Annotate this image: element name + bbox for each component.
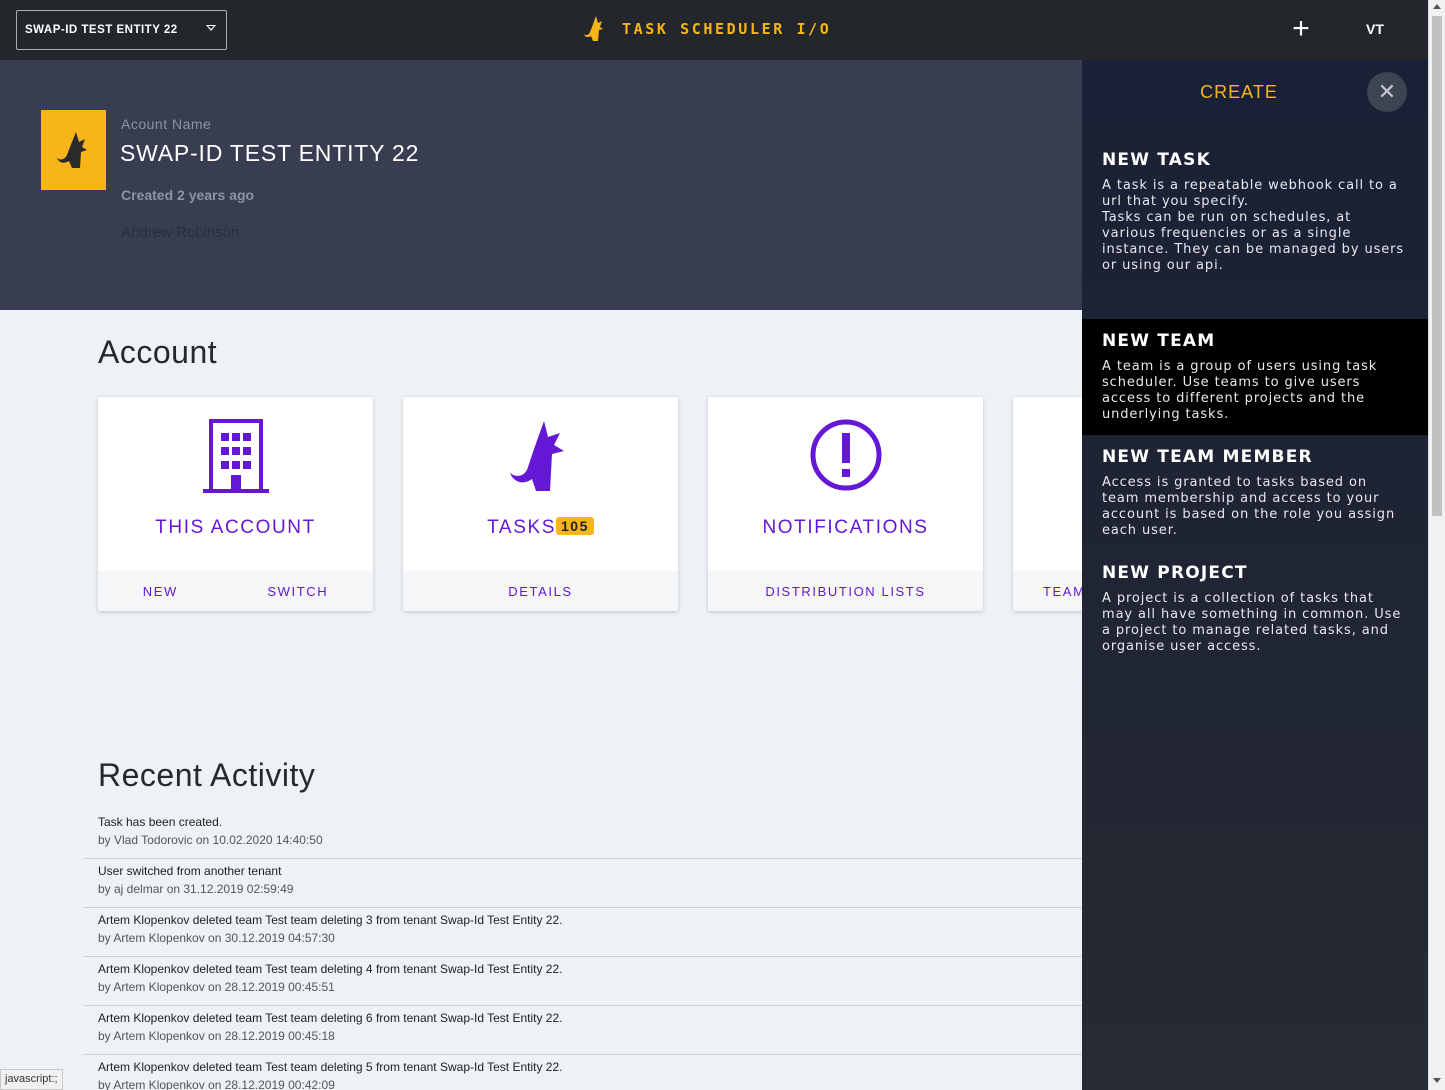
activity-message: User switched from another tenant: [98, 864, 282, 878]
add-button[interactable]: +: [1287, 14, 1315, 44]
create-new-task[interactable]: NEW TASK A task is a repeatable webhook …: [1082, 150, 1428, 274]
scroll-down-icon[interactable]: [1433, 1078, 1441, 1083]
task-details-button[interactable]: DETAILS: [508, 584, 572, 599]
drawer-title: CREATE: [1200, 82, 1278, 102]
page-scrollbar[interactable]: [1428, 0, 1445, 1090]
tasks-count-badge: 105: [556, 517, 594, 535]
card-title[interactable]: TASKS 105: [403, 517, 678, 539]
close-button[interactable]: ✕: [1367, 72, 1407, 112]
create-item-title: NEW TASK: [1102, 150, 1211, 170]
top-bar: SWAP-ID TEST ENTITY 22 TASK SCHEDULER I/…: [0, 0, 1428, 60]
create-item-description: A task is a repeatable webhook call to a…: [1102, 178, 1405, 273]
user-avatar[interactable]: VT: [1366, 21, 1384, 37]
fox-icon: [509, 421, 564, 491]
account-name-label: Acount Name: [121, 116, 212, 132]
scroll-up-icon[interactable]: [1433, 4, 1441, 9]
activity-message: Artem Klopenkov deleted team Test team d…: [98, 913, 563, 927]
account-created: Created 2 years ago: [121, 187, 255, 203]
create-new-team[interactable]: NEW TEAM A team is a group of users usin…: [1082, 319, 1428, 435]
plus-icon: +: [1292, 12, 1310, 45]
create-item-title: NEW PROJECT: [1102, 563, 1248, 583]
status-bar-link: javascript:;: [0, 1069, 63, 1090]
chevron-down-icon: [206, 25, 216, 31]
create-item-description: Access is granted to tasks based on team…: [1102, 475, 1396, 538]
create-new-team-member[interactable]: NEW TEAM MEMBER Access is granted to tas…: [1082, 447, 1428, 539]
activity-message: Artem Klopenkov deleted team Test team d…: [98, 1011, 563, 1025]
create-new-project[interactable]: NEW PROJECT A project is a collection of…: [1082, 563, 1428, 655]
create-item-description: A team is a group of users using task sc…: [1102, 359, 1378, 422]
account-section-title: Account: [98, 334, 218, 370]
account-logo: [41, 110, 106, 190]
activity-list: Task has been created. by Vlad Todorovic…: [83, 810, 1083, 1090]
brand[interactable]: TASK SCHEDULER I/O: [582, 14, 831, 44]
activity-item: Artem Klopenkov deleted team Test team d…: [83, 1006, 1083, 1055]
activity-meta: by aj delmar on 31.12.2019 02:59:49: [98, 882, 294, 896]
activity-message: Task has been created.: [98, 815, 223, 829]
building-icon: [202, 419, 269, 493]
activity-meta: by Artem Klopenkov on 28.12.2019 00:45:1…: [98, 1029, 335, 1043]
alert-circle-icon: [810, 419, 881, 491]
teams-button[interactable]: TEAM: [1043, 584, 1086, 599]
close-icon: ✕: [1377, 79, 1397, 104]
scroll-thumb[interactable]: [1432, 16, 1442, 516]
activity-item: Task has been created. by Vlad Todorovic…: [83, 810, 1083, 859]
fox-logo-icon: [584, 16, 603, 41]
switch-account-button[interactable]: SWITCH: [267, 584, 328, 599]
app-title: TASK SCHEDULER I/O: [622, 20, 832, 38]
card-this-account: THIS ACCOUNT NEW SWITCH: [98, 397, 373, 611]
tenant-selector[interactable]: SWAP-ID TEST ENTITY 22: [16, 10, 227, 50]
account-owner: Andrew Robinson: [121, 224, 240, 241]
fox-icon: [56, 132, 87, 168]
card-tasks: TASKS 105 DETAILS: [403, 397, 678, 611]
card-title[interactable]: THIS ACCOUNT: [98, 517, 373, 539]
activity-meta: by Artem Klopenkov on 30.12.2019 04:57:3…: [98, 931, 335, 945]
activity-meta: by Artem Klopenkov on 28.12.2019 00:42:0…: [98, 1078, 335, 1090]
account-name: SWAP-ID TEST ENTITY 22: [120, 140, 420, 166]
activity-item: User switched from another tenant by aj …: [83, 859, 1083, 908]
tasks-title: TASKS: [487, 517, 557, 538]
create-item-title: NEW TEAM MEMBER: [1102, 447, 1313, 467]
tenant-selector-label: SWAP-ID TEST ENTITY 22: [25, 24, 178, 36]
create-item-title: NEW TEAM: [1102, 331, 1216, 351]
activity-item: Artem Klopenkov deleted team Test team d…: [83, 908, 1083, 957]
create-item-description: A project is a collection of tasks that …: [1102, 591, 1402, 654]
card-title[interactable]: NOTIFICATIONS: [708, 517, 983, 539]
new-account-button[interactable]: NEW: [143, 584, 178, 599]
distribution-lists-button[interactable]: DISTRIBUTION LISTS: [765, 584, 925, 599]
activity-item: Artem Klopenkov deleted team Test team d…: [83, 957, 1083, 1006]
activity-message: Artem Klopenkov deleted team Test team d…: [98, 962, 563, 976]
card-notifications: NOTIFICATIONS DISTRIBUTION LISTS: [708, 397, 983, 611]
activity-meta: by Artem Klopenkov on 28.12.2019 00:45:5…: [98, 980, 335, 994]
create-drawer: CREATE ✕ NEW TASK A task is a repeatable…: [1082, 60, 1428, 1090]
activity-message: Artem Klopenkov deleted team Test team d…: [98, 1060, 563, 1074]
activity-section-title: Recent Activity: [98, 757, 316, 793]
activity-item: Artem Klopenkov deleted team Test team d…: [83, 1055, 1083, 1090]
activity-meta: by Vlad Todorovic on 10.02.2020 14:40:50: [98, 833, 323, 847]
